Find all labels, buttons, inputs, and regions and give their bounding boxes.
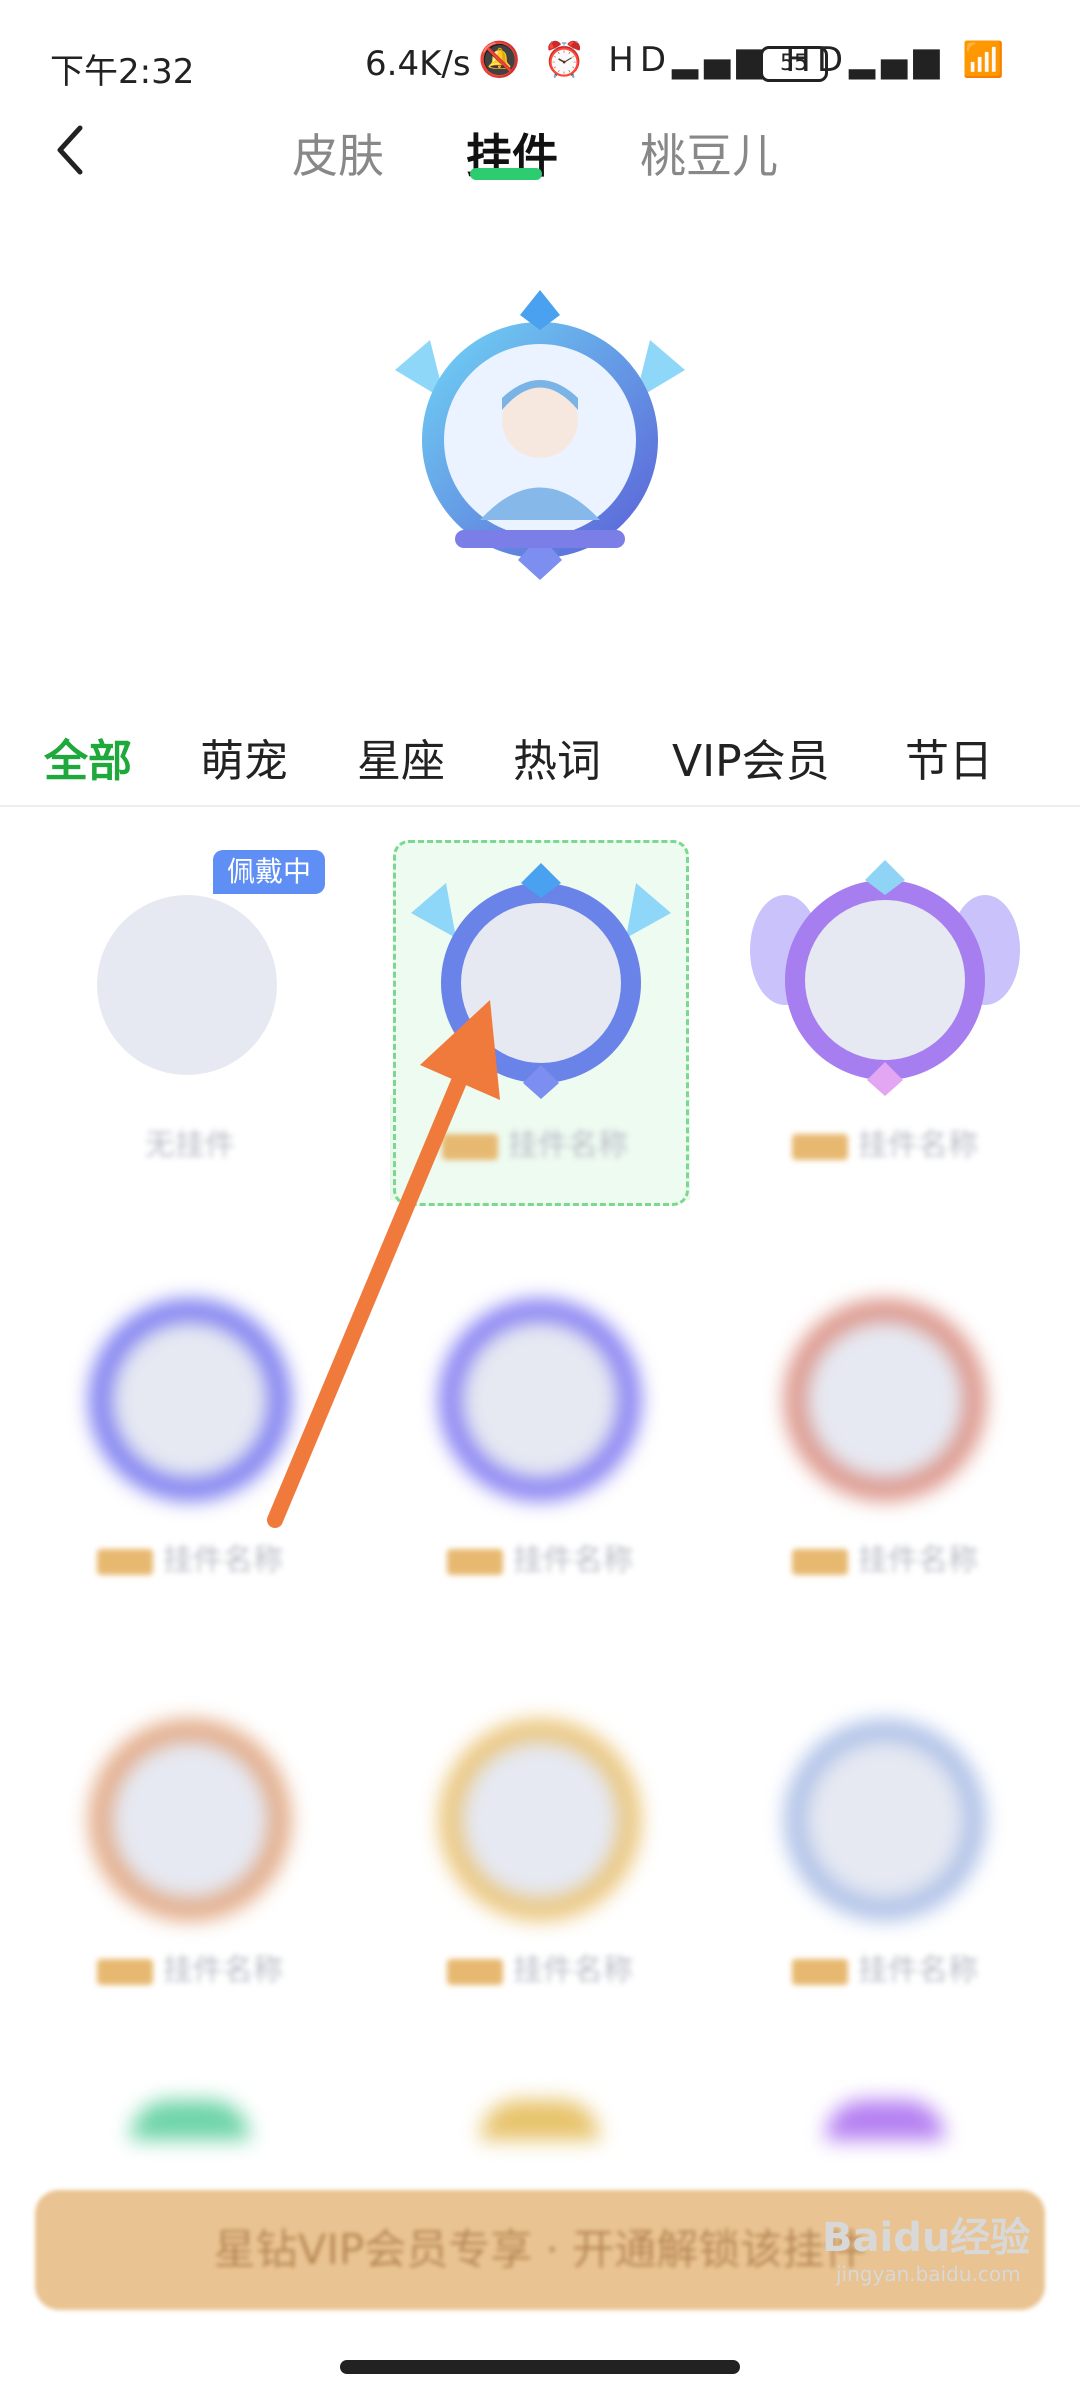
divider [0,805,1080,807]
pendant-item-bronze[interactable] [40,1680,340,1980]
watermark-url: jingyan.baidu.com [836,2262,1021,2286]
pendant-label-indigo: 挂件名称 [380,1535,700,1579]
pendant-label-violet: 挂件名称 [30,1535,350,1579]
pendant-label-silver: 挂件名称 [725,1945,1045,1989]
category-hot-words[interactable]: 热词 [513,725,601,789]
status-bar: 下午2:32 6.4K/s 🔕 ⏰ HD▂▄▆ HD▂▄▆ 📶 55 [0,0,1080,120]
watermark-logo: Baidu经验 [822,2215,1031,2261]
purple-wings-frame-icon [750,860,1020,1096]
pendant-item-partial [480,2100,600,2140]
pendant-item-partial [825,2100,945,2140]
active-tab-indicator [470,168,542,180]
pendant-label-selected: 挂件名称 [375,1120,695,1164]
pendant-item-silver[interactable] [735,1680,1035,1980]
chevron-left-icon [57,125,83,175]
tab-skin[interactable]: 皮肤 [292,120,384,186]
status-time: 下午2:32 [50,52,195,92]
pendant-item-purple-wings[interactable] [735,840,1035,1140]
category-vip[interactable]: VIP会员 [672,725,830,789]
pendant-label-purple: 挂件名称 [725,1120,1045,1164]
back-button[interactable] [50,120,90,180]
pendant-item-partial [130,2100,250,2140]
category-all[interactable]: 全部 [44,725,132,789]
network-speed: 6.4K/s [365,44,471,84]
pendant-item-gold[interactable] [390,1680,690,1980]
battery-icon: 55 [760,46,828,82]
tab-taodouer[interactable]: 桃豆儿 [640,120,778,186]
pendant-item-violet[interactable] [40,1260,340,1560]
pendant-item-indigo[interactable] [390,1260,690,1560]
pendant-label-none: 无挂件 [145,1128,235,1163]
pendant-label-gold: 挂件名称 [380,1945,700,1989]
category-constellation[interactable]: 星座 [357,725,445,789]
empty-avatar [97,895,277,1075]
blue-diamond-frame-icon [411,863,671,1099]
pendant-label-rose: 挂件名称 [725,1535,1045,1579]
category-pets[interactable]: 萌宠 [200,725,288,789]
avatar-frame-preview [385,280,695,590]
pendant-item-rose[interactable] [735,1260,1035,1560]
status-icons: 🔕 ⏰ HD▂▄▆ HD▂▄▆ 📶 [478,40,1011,80]
category-holiday[interactable]: 节日 [905,725,993,789]
wearing-badge: 佩戴中 [213,850,325,894]
pendant-label-bronze: 挂件名称 [30,1945,350,1989]
home-indicator[interactable] [340,2360,740,2374]
